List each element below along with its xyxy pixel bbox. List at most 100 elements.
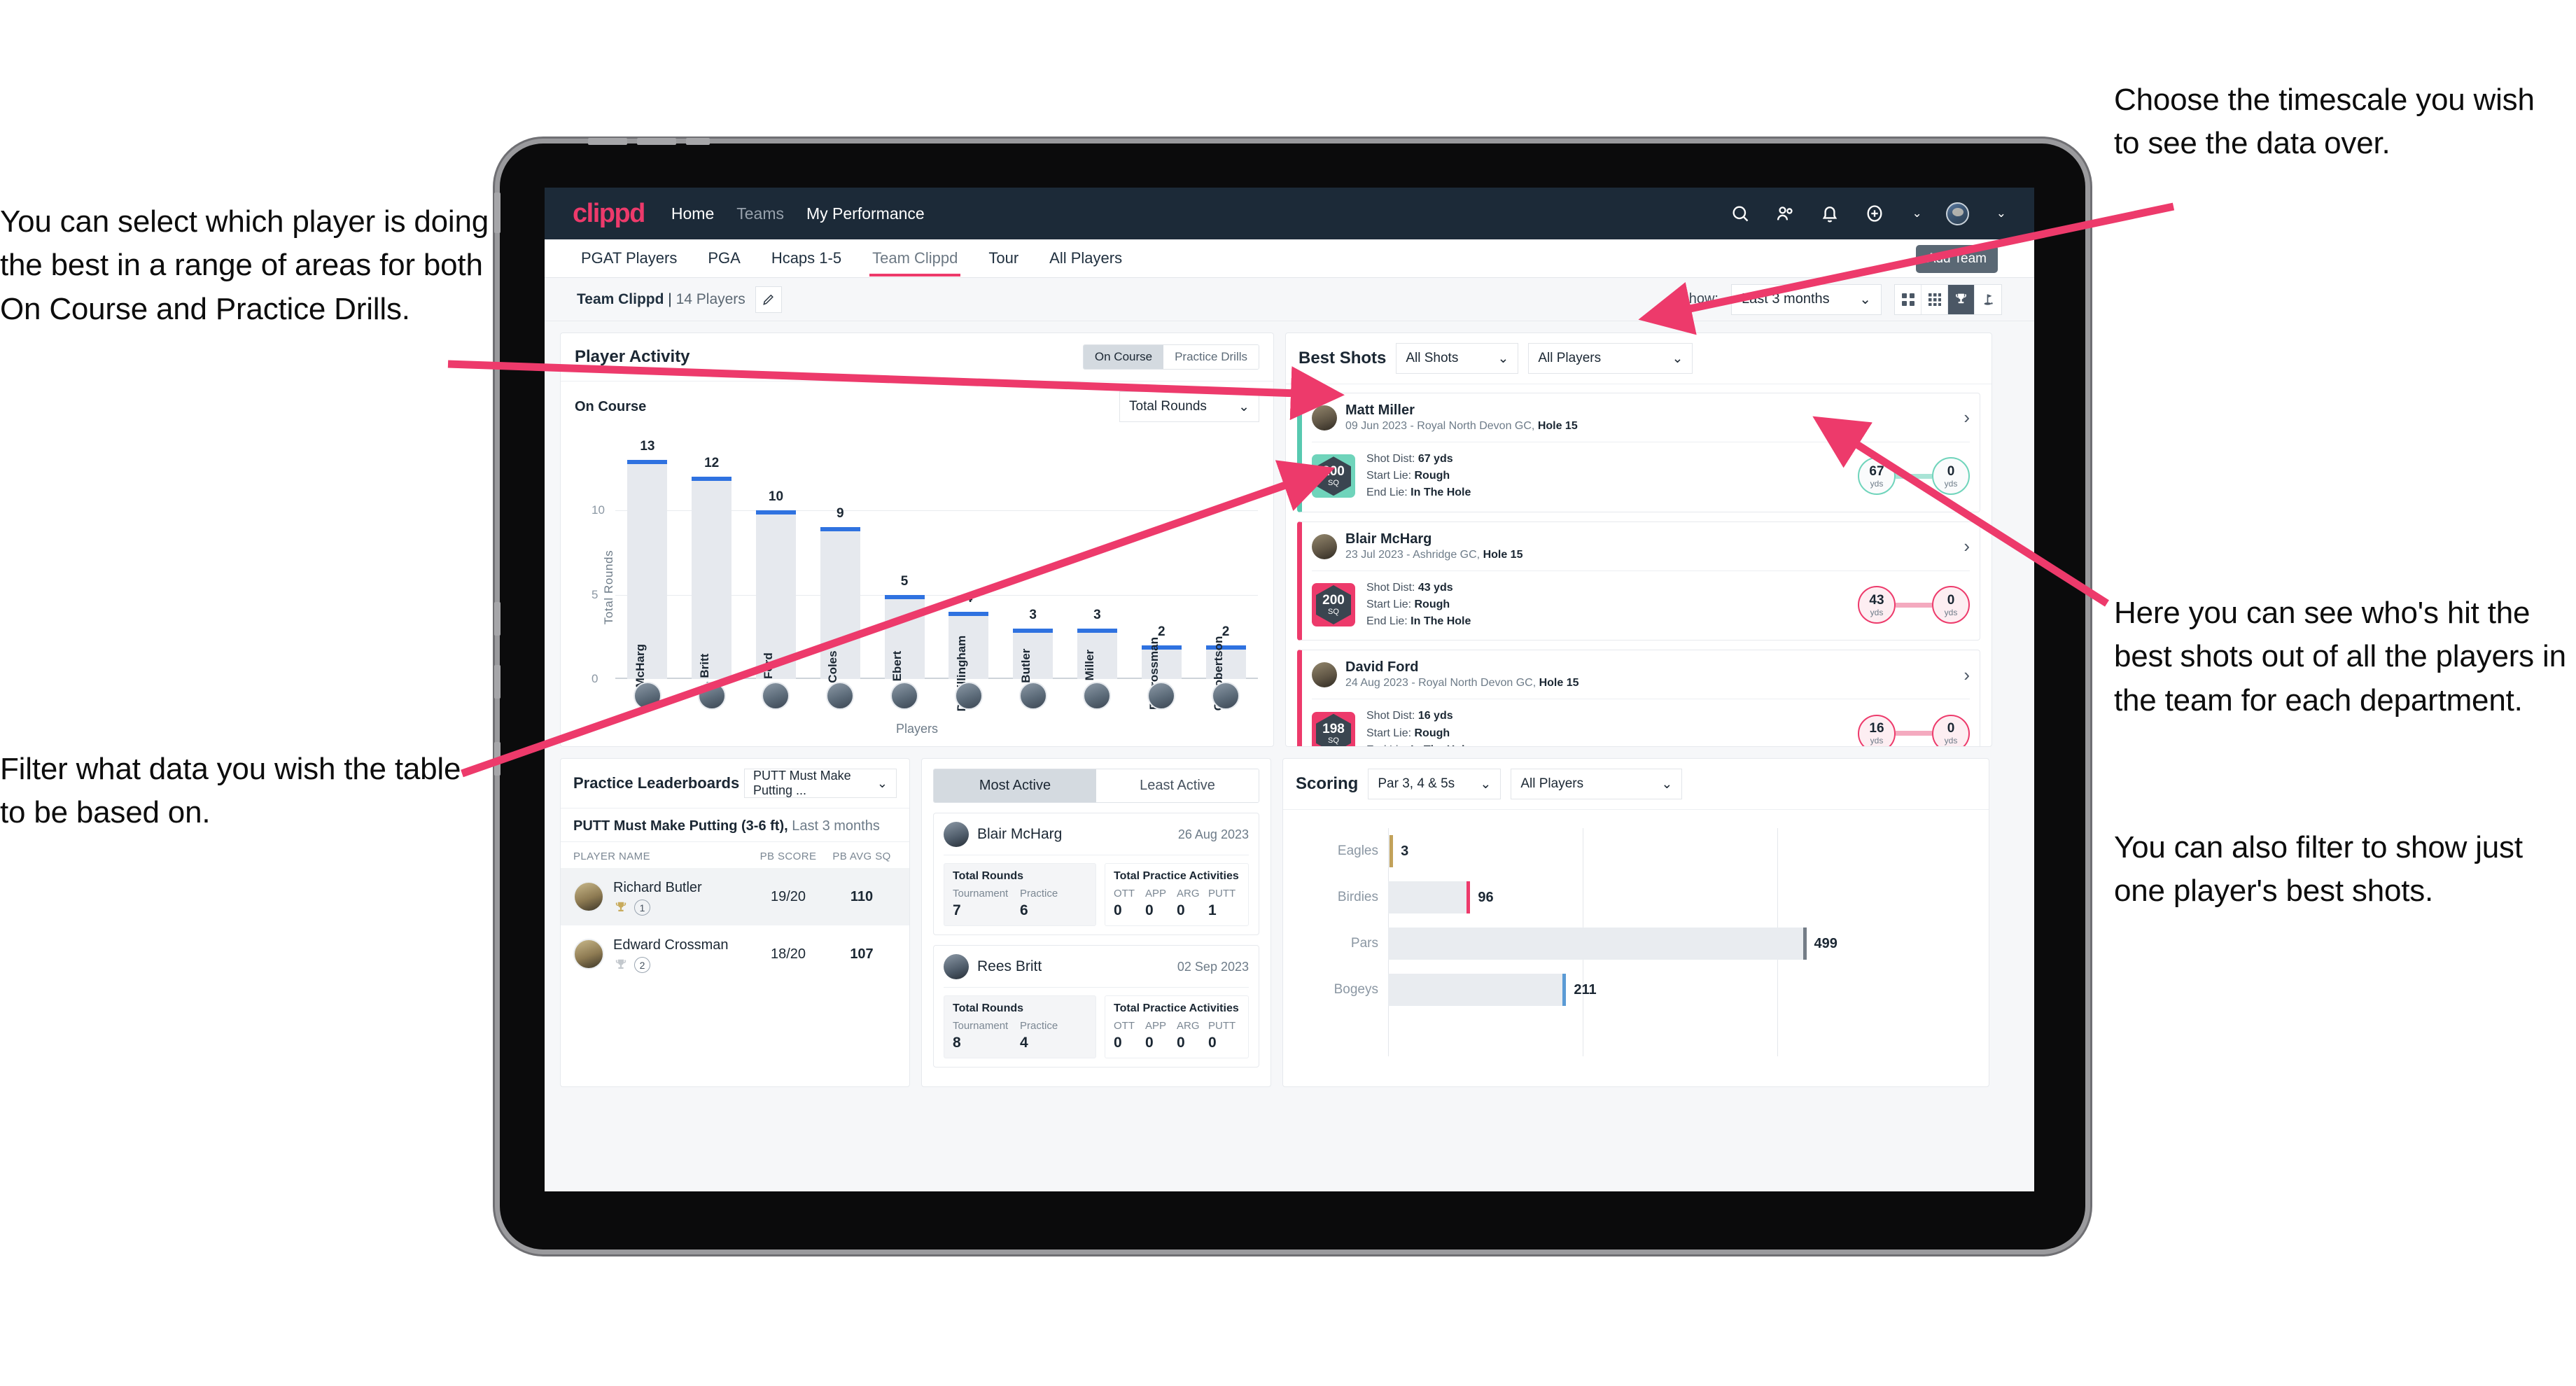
leaderboard-pb-avg-sq: 107 <box>850 946 874 962</box>
avatar[interactable] <box>1212 682 1240 710</box>
avatar[interactable] <box>1147 682 1176 710</box>
chart-bar[interactable]: 10 D. Ford <box>756 489 796 694</box>
chevron-down-icon-add[interactable]: ⌄ <box>1912 206 1922 220</box>
chart-avatar-cell[interactable] <box>680 682 744 710</box>
segment-practice-drills[interactable]: Practice Drills <box>1163 345 1259 369</box>
trophy-icon[interactable] <box>1948 284 1975 314</box>
chart-bar[interactable]: 9 J. Coles <box>820 506 860 696</box>
bell-icon[interactable] <box>1819 203 1840 224</box>
chart-avatar-cell[interactable] <box>744 682 808 710</box>
avatar[interactable] <box>633 682 662 710</box>
tab-least-active[interactable]: Least Active <box>1096 769 1259 802</box>
grid-3x3-icon[interactable] <box>1921 284 1948 314</box>
search-icon[interactable] <box>1730 203 1751 224</box>
chart-bar-column[interactable]: 3 M. Miller <box>1065 443 1130 697</box>
tab-hcaps-1-5[interactable]: Hcaps 1-5 <box>769 241 844 276</box>
chart-bar[interactable]: 4 D. Billingham <box>948 591 989 711</box>
chart-avatar-cell[interactable] <box>615 682 680 710</box>
segment-on-course[interactable]: On Course <box>1083 345 1164 369</box>
chevron-right-icon[interactable]: › <box>1963 407 1970 428</box>
avatar[interactable] <box>954 682 983 710</box>
chart-bar[interactable]: 13 B. McHarg <box>627 439 668 703</box>
tab-pgat-players[interactable]: PGAT Players <box>578 241 680 276</box>
chart-bar[interactable]: 2 C. Robertson <box>1205 624 1246 710</box>
clippd-logo[interactable]: clippd <box>573 199 645 229</box>
avatar[interactable] <box>697 682 726 710</box>
chart-bar[interactable]: 2 E. Crossman <box>1141 624 1182 710</box>
chart-bar-column[interactable]: 5 E. Ebert <box>872 443 937 696</box>
avatar[interactable] <box>890 682 919 710</box>
rounds-metric-value: 7 <box>953 902 961 918</box>
activity-card[interactable]: Blair McHarg 26 Aug 2023 Total Rounds Tourn… <box>933 813 1259 935</box>
activity-card-body: Total Rounds Tournament 7 Practice 6 Total Pr… <box>944 863 1249 926</box>
section-tabbar: PGAT Players PGA Hcaps 1-5 Team Clippd T… <box>545 239 2034 278</box>
chart-bar[interactable]: 3 M. Miller <box>1077 608 1117 697</box>
scoring-bar <box>1388 927 1807 960</box>
chart-bar[interactable]: 5 E. Ebert <box>884 574 925 696</box>
avatar[interactable] <box>1945 202 1969 225</box>
metric-select[interactable]: Total Rounds ⌄ <box>1119 391 1259 422</box>
chart-avatar-cell[interactable] <box>1194 682 1258 710</box>
scoring-row[interactable]: Bogeys 211 <box>1334 967 1972 1013</box>
leaderboard-row[interactable]: Edward Crossman 2 18/20 107 <box>561 925 909 983</box>
best-shot-card[interactable]: David Ford 24 Aug 2023 - Royal North Devo… <box>1297 650 1980 746</box>
drill-select[interactable]: PUTT Must Make Putting ... ⌄ <box>744 769 897 798</box>
chart-bar-column[interactable]: 9 J. Coles <box>808 443 872 696</box>
avatar[interactable] <box>1083 682 1112 710</box>
nav-link-teams[interactable]: Teams <box>736 204 784 223</box>
chart-bar-column[interactable]: 4 D. Billingham <box>937 443 1001 711</box>
chart-avatar-cell[interactable] <box>1129 682 1194 710</box>
scoring-player-filter[interactable]: All Players ⌄ <box>1511 769 1683 799</box>
grid-2x2-icon[interactable] <box>1895 284 1921 314</box>
nav-link-home[interactable]: Home <box>671 204 714 223</box>
column-header-player-name: PLAYER NAME <box>573 850 650 862</box>
chevron-right-icon[interactable]: › <box>1963 536 1970 557</box>
shot-type-filter[interactable]: All Shots ⌄ <box>1396 343 1519 374</box>
chart-bar-column[interactable]: 2 C. Robertson <box>1194 443 1258 710</box>
tab-team-clippd[interactable]: Team Clippd <box>869 241 961 276</box>
chart-bar-column[interactable]: 12 R. Britt <box>680 443 744 693</box>
avatar[interactable] <box>1018 682 1047 710</box>
chart-bar-value: 4 <box>965 590 973 606</box>
scoring-row[interactable]: Pars 499 <box>1351 920 1972 967</box>
chart-avatar-cell[interactable] <box>1001 682 1065 710</box>
avatar[interactable] <box>826 682 855 710</box>
chart-avatar-cell[interactable] <box>1065 682 1130 710</box>
people-icon[interactable] <box>1774 203 1795 224</box>
avatar[interactable] <box>762 682 790 710</box>
chart-bar[interactable]: 3 R. Butler <box>1013 608 1054 698</box>
chevron-right-icon[interactable]: › <box>1963 664 1970 686</box>
scoring-row[interactable]: Birdies 96 <box>1338 874 1972 920</box>
chart-bar-column[interactable]: 10 D. Ford <box>744 443 808 694</box>
chart-bar-column[interactable]: 13 B. McHarg <box>615 439 680 703</box>
distance-visual: 43 yds 0 yds <box>1858 586 1970 624</box>
timescale-select[interactable]: Last 3 months ⌄ <box>1731 284 1882 315</box>
chevron-down-icon-profile[interactable]: ⌄ <box>1996 206 2006 220</box>
golf-flag-icon[interactable] <box>1975 285 2001 314</box>
chart-avatar-cell[interactable] <box>808 682 872 710</box>
chart-bar-column[interactable]: 3 R. Butler <box>1001 443 1065 698</box>
chart-avatar-cell[interactable] <box>937 682 1001 710</box>
tab-tour[interactable]: Tour <box>986 241 1021 276</box>
leaderboard-rows: Richard Butler 1 19/20 110 Edward Crossman 2 1… <box>561 868 909 983</box>
practice-metric-label: OTT <box>1114 1020 1135 1032</box>
shot-quality-unit: SQ <box>1328 736 1339 745</box>
total-rounds-title: Total Rounds <box>953 1002 1024 1014</box>
leaderboard-row[interactable]: Richard Butler 1 19/20 110 <box>561 868 909 925</box>
par-filter[interactable]: Par 3, 4 & 5s ⌄ <box>1368 769 1502 799</box>
chart-bar[interactable]: 12 R. Britt <box>692 456 732 693</box>
best-shot-card[interactable]: Blair McHarg 23 Jul 2023 - Ashridge GC, H… <box>1297 521 1980 641</box>
best-shot-card[interactable]: Matt Miller 09 Jun 2023 - Royal North Dev… <box>1297 393 1980 512</box>
tab-pga[interactable]: PGA <box>705 241 743 276</box>
chart-avatar-cell[interactable] <box>872 682 937 710</box>
nav-link-my-performance[interactable]: My Performance <box>806 204 925 223</box>
plus-circle-icon[interactable] <box>1864 203 1885 224</box>
player-filter[interactable]: All Players ⌄ <box>1528 343 1693 374</box>
edit-team-button[interactable] <box>755 286 782 313</box>
tab-all-players[interactable]: All Players <box>1046 241 1125 276</box>
scoring-row[interactable]: Eagles 3 <box>1338 828 1972 874</box>
activity-card[interactable]: Rees Britt 02 Sep 2023 Total Rounds Tournam… <box>933 945 1259 1068</box>
chart-y-tick: 5 <box>592 587 598 601</box>
chart-bar-column[interactable]: 2 E. Crossman <box>1129 443 1194 710</box>
tab-most-active[interactable]: Most Active <box>934 769 1096 802</box>
